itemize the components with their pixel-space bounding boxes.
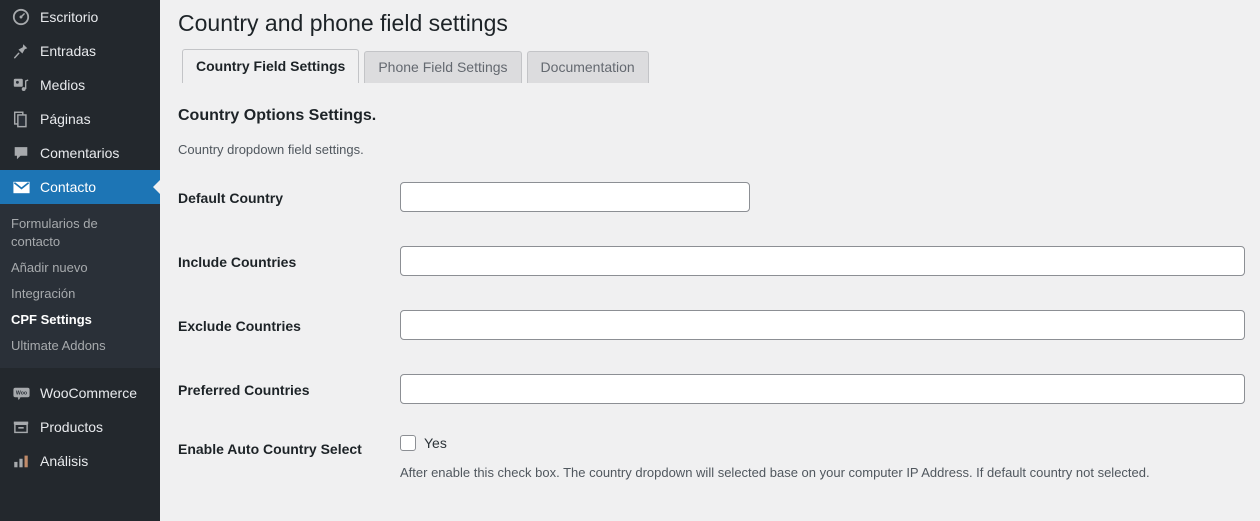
page-title: Country and phone field settings [178,10,508,36]
admin-sidebar: Escritorio Entradas Medios Páginas Comen [0,0,160,521]
form-row-include-countries: Include Countries [178,238,1258,302]
field-control: Yes After enable this check box. The cou… [400,430,1258,481]
form-row-default-country: Default Country [178,174,1258,238]
submenu-item-formularios-de-contacto[interactable]: Formularios de contacto [0,211,160,255]
sidebar-item-label: Entradas [40,42,97,59]
envelope-icon [11,177,31,197]
sidebar-item-productos[interactable]: Productos [0,410,160,444]
bar-chart-icon [11,451,31,471]
default-country-input[interactable] [400,182,750,212]
sidebar-item-medios[interactable]: Medios [0,68,160,102]
submenu-item-integracion[interactable]: Integración [0,281,160,307]
submenu-item-ultimate-addons[interactable]: Ultimate Addons [0,333,160,359]
sidebar-item-escritorio[interactable]: Escritorio [0,0,160,34]
woocommerce-icon: Woo [11,383,31,403]
sidebar-item-label: Productos [40,418,104,435]
menu-divider [0,368,160,376]
sidebar-item-label: WooCommerce [40,384,137,401]
field-control [400,174,1258,212]
field-control [400,238,1258,276]
enable-auto-country-select-checkbox[interactable] [400,435,416,451]
sidebar-item-label: Análisis [40,452,89,469]
sidebar-item-woocommerce[interactable]: Woo WooCommerce [0,376,160,410]
pin-icon [11,41,31,61]
field-label: Exclude Countries [178,318,301,334]
field-label: Default Country [178,190,283,206]
checkbox-label[interactable]: Yes [424,435,447,451]
main-content: Country and phone field settings Country… [160,0,1260,521]
form-row-exclude-countries: Exclude Countries [178,302,1258,366]
field-label: Include Countries [178,254,297,270]
sidebar-item-label: Contacto [40,178,97,195]
comment-icon [11,143,31,163]
sidebar-item-label: Escritorio [40,8,99,25]
media-icon [11,75,31,95]
submenu-item-anadir-nuevo[interactable]: Añadir nuevo [0,255,160,281]
field-control [400,302,1258,340]
tab-country-field-settings[interactable]: Country Field Settings [182,49,360,83]
settings-form: Default Country Include Countries Exclud… [178,174,1258,481]
section-title: Country Options Settings. [178,107,377,124]
sidebar-item-label: Comentarios [40,144,120,161]
sidebar-item-contacto[interactable]: Contacto [0,170,160,204]
tab-documentation[interactable]: Documentation [526,51,649,83]
field-label: Enable Auto Country Select [178,441,362,457]
sidebar-item-paginas[interactable]: Páginas [0,102,160,136]
sidebar-item-comentarios[interactable]: Comentarios [0,136,160,170]
field-label: Preferred Countries [178,382,310,398]
form-row-enable-auto-country-select: Enable Auto Country Select Yes After ena… [178,430,1258,481]
product-box-icon [11,417,31,437]
submenu-item-cpf-settings[interactable]: CPF Settings [0,307,160,333]
pages-icon [11,109,31,129]
include-countries-input[interactable] [400,246,1245,276]
admin-page: Escritorio Entradas Medios Páginas Comen [0,0,1260,521]
section-description: Country dropdown field settings. [178,142,364,157]
dashboard-icon [11,7,31,27]
tab-phone-field-settings[interactable]: Phone Field Settings [364,51,522,83]
exclude-countries-input[interactable] [400,310,1245,340]
svg-text:Woo: Woo [15,390,26,396]
active-menu-arrow [153,179,160,195]
form-row-preferred-countries: Preferred Countries [178,366,1258,430]
sidebar-submenu-contacto: Formularios de contacto Añadir nuevo Int… [0,204,160,368]
field-control [400,366,1258,404]
sidebar-item-analisis[interactable]: Análisis [0,444,160,478]
preferred-countries-input[interactable] [400,374,1245,404]
sidebar-item-entradas[interactable]: Entradas [0,34,160,68]
tab-bar: Country Field Settings Phone Field Setti… [182,49,1260,83]
checkbox-line: Yes [400,435,1258,451]
sidebar-item-label: Páginas [40,110,91,127]
checkbox-description: After enable this check box. The country… [400,465,1150,480]
sidebar-item-label: Medios [40,76,86,93]
